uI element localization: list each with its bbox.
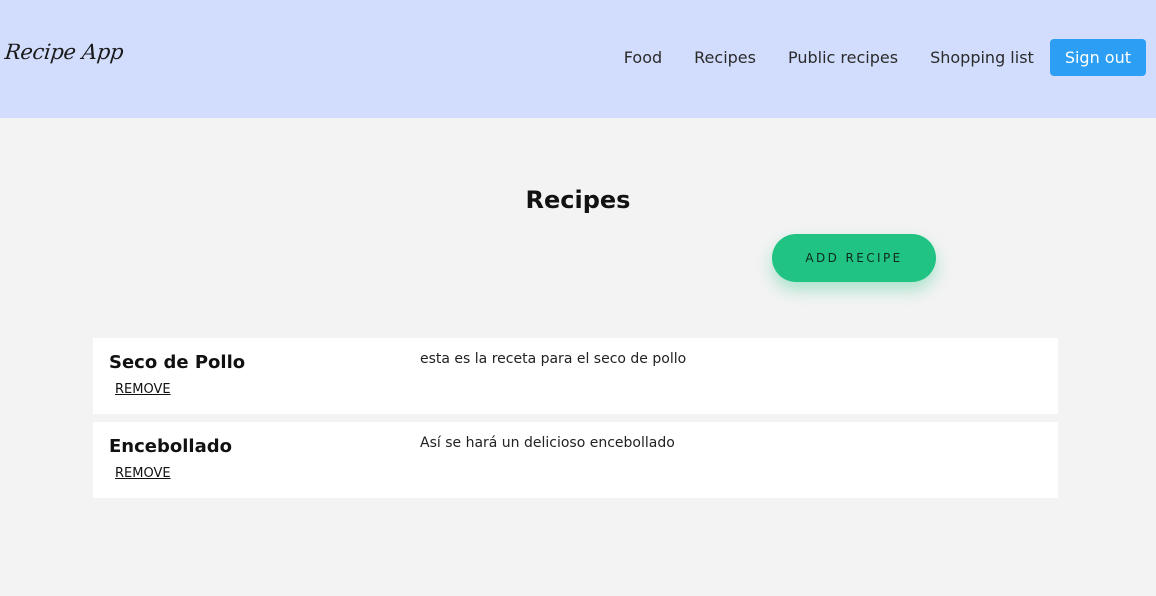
app-logo[interactable]: Recipe App: [4, 40, 125, 64]
nav-link-food[interactable]: Food: [624, 48, 662, 67]
add-recipe-button[interactable]: ADD RECIPE: [772, 234, 936, 282]
recipe-description: esta es la receta para el seco de pollo: [420, 351, 687, 367]
top-navbar: Recipe App Food Recipes Public recipes S…: [0, 0, 1156, 118]
remove-recipe-link[interactable]: REMOVE: [115, 382, 171, 397]
page-title: Recipes: [525, 186, 631, 214]
recipe-name[interactable]: Encebollado: [109, 436, 232, 457]
nav-menu: Food Recipes Public recipes Shopping lis…: [624, 39, 1146, 76]
nav-link-public-recipes[interactable]: Public recipes: [788, 48, 898, 67]
recipe-description: Así se hará un delicioso encebollado: [420, 435, 675, 451]
recipe-name[interactable]: Seco de Pollo: [109, 352, 245, 373]
nav-link-shopping-list[interactable]: Shopping list: [930, 48, 1034, 67]
recipe-card: Encebollado REMOVE Así se hará un delici…: [93, 422, 1058, 498]
nav-link-recipes[interactable]: Recipes: [694, 48, 756, 67]
remove-recipe-link[interactable]: REMOVE: [115, 466, 171, 481]
recipe-card: Seco de Pollo REMOVE esta es la receta p…: [93, 338, 1058, 414]
sign-out-button[interactable]: Sign out: [1049, 39, 1146, 76]
